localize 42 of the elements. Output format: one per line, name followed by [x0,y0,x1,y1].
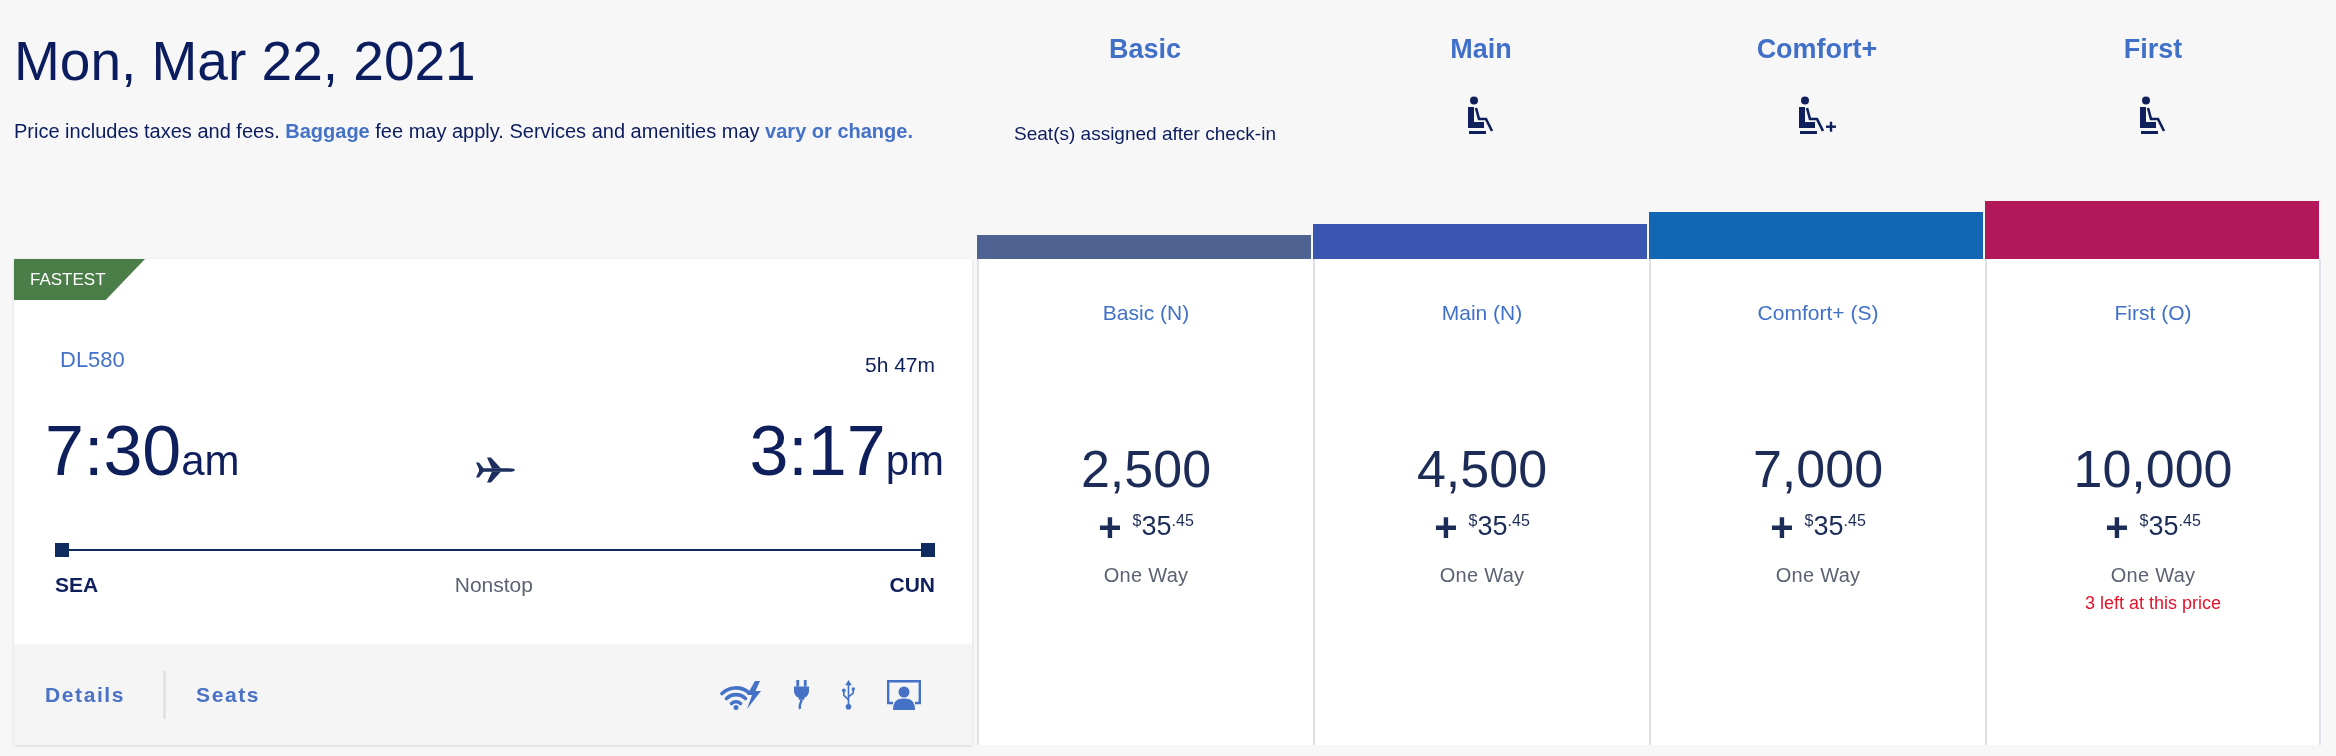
trip-type: One Way [1103,563,1189,588]
departure-time: 7:30am [45,416,240,492]
seat-note: Seat(s) assigned after check-in [1014,122,1276,146]
airplane-icon [474,456,515,484]
miles-price: 4,500 [1416,443,1548,495]
square-marker-icon [921,543,935,557]
cabin-heading[interactable]: Comfort+ [1756,32,1878,66]
monitor-person-icon [887,679,921,710]
footer-link[interactable]: Seats [196,682,261,707]
fare-class: Main (N) [1441,300,1523,326]
trip-type: One Way [1439,563,1525,588]
destination-airport: CUN [889,572,935,598]
trip-type: One Way [2110,563,2196,588]
notice-link[interactable]: vary or change. [765,120,913,142]
miles-price: 2,500 [1080,443,1212,495]
plug-icon [793,679,810,710]
square-marker-icon [55,543,69,557]
availability-note: 3 left at this price [2084,592,2222,614]
arrival-time: 3:17pm [749,416,944,492]
fare-class: First (O) [2114,300,2192,326]
miles-price: 10,000 [2073,443,2233,495]
cabin-heading[interactable]: First [2123,32,2183,66]
wifi-icon [720,679,762,710]
trip-type: One Way [1775,563,1861,588]
stops-label: Nonstop [454,572,533,598]
seat-icon [2138,96,2168,136]
cabin-heading[interactable]: Main [1450,32,1512,66]
flight-duration: 5h 47m [864,352,935,378]
miles-price: 7,000 [1752,443,1884,495]
footer-link[interactable]: Details [45,682,126,707]
fare-notice: Price includes taxes and fees. Baggage fee may apply. Services and amenities may vary or change. [14,119,914,144]
cabin-heading[interactable]: Basic [1108,32,1182,66]
label-badge: FASTEST [14,259,145,300]
date-title: Mon, Mar 22, 2021 [14,31,476,91]
origin-airport: SEA [55,572,99,598]
usb-icon [841,679,856,710]
seat-plus-icon [1797,96,1837,136]
fare-class: Comfort+ (S) [1757,300,1879,326]
fare-class: Basic (N) [1102,300,1190,326]
seat-icon [1466,96,1496,136]
notice-link[interactable]: Baggage [285,120,370,142]
flight-number-link[interactable]: DL580 [60,345,125,375]
